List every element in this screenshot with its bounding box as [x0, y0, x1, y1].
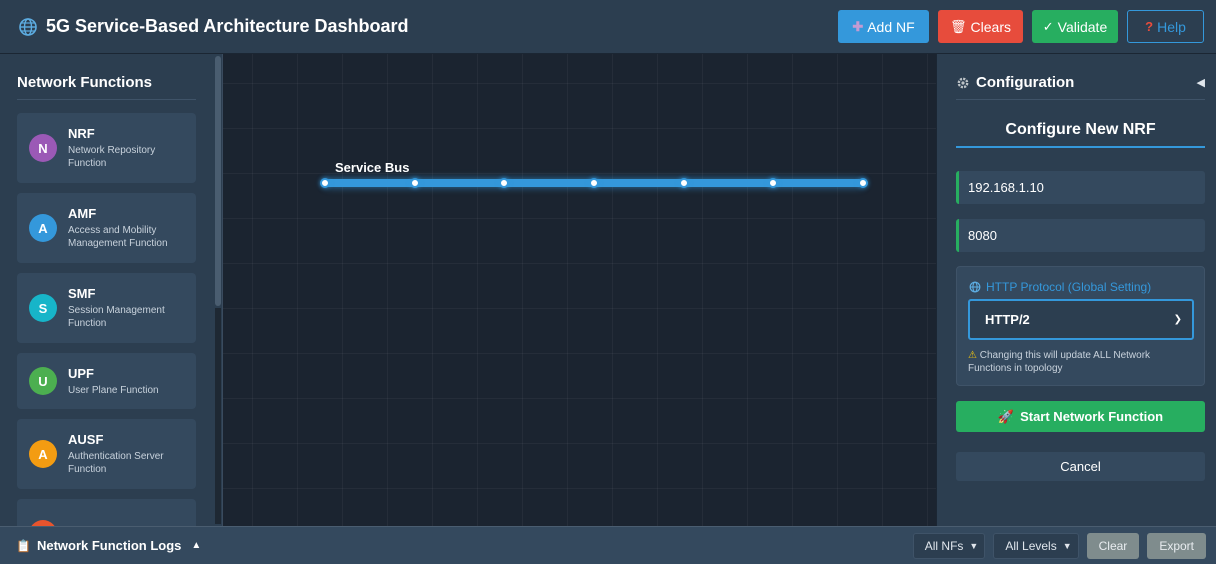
- chevron-down-icon: ▼: [1062, 540, 1072, 551]
- nf-text: SMF Session Management Function: [68, 286, 184, 330]
- start-network-function-button[interactable]: 🚀 Start Network Function: [956, 401, 1205, 432]
- config-panel: Configuration ◀ Configure New NRF HTTP P…: [936, 54, 1216, 526]
- clears-button[interactable]: 🗑 Clears: [938, 10, 1023, 43]
- globe-icon: [969, 281, 981, 293]
- nf-avatar: N: [29, 134, 57, 162]
- protocol-label-text: HTTP Protocol (Global Setting): [986, 280, 1152, 294]
- scrollbar-track: [215, 308, 221, 524]
- nf-text: AUSF Authentication Server Function: [68, 432, 184, 476]
- clears-label: Clears: [970, 18, 1011, 35]
- nf-name: SMF: [68, 286, 96, 301]
- plus-icon: ✚: [852, 18, 864, 34]
- add-nf-label: Add NF: [867, 18, 915, 35]
- nf-text: UPF User Plane Function: [68, 366, 159, 397]
- validate-label: Validate: [1057, 18, 1108, 35]
- config-panel-header: Configuration ◀: [956, 74, 1205, 100]
- logs-controls: All NFs ▼ All Levels ▼ Clear Export: [912, 532, 1206, 559]
- logs-title[interactable]: 📋 Network Function Logs: [16, 538, 181, 553]
- sidebar-scrollbar[interactable]: [214, 54, 222, 526]
- nf-name: AMF: [68, 206, 97, 221]
- scrollbar-thumb[interactable]: [215, 56, 221, 306]
- topology-canvas[interactable]: Service Bus: [222, 54, 936, 526]
- export-logs-button[interactable]: Export: [1147, 532, 1206, 559]
- sidebar-title: Network Functions: [17, 74, 196, 100]
- nf-text: AMF Access and Mobility Management Functi…: [68, 206, 184, 250]
- nf-filter-select[interactable]: All NFs ▼: [912, 532, 986, 559]
- collapse-icon[interactable]: ◀: [1197, 76, 1205, 89]
- top-header: 5G Service-Based Architecture Dashboard …: [0, 0, 1216, 54]
- nf-avatar: U: [29, 367, 57, 395]
- protocol-select-value: HTTP/2: [985, 312, 1030, 327]
- globe-icon: [19, 17, 37, 36]
- help-button[interactable]: ? Help: [1127, 10, 1204, 43]
- nf-card-amf[interactable]: A AMF Access and Mobility Management Funct…: [17, 193, 196, 263]
- level-filter-value: All Levels: [1005, 538, 1057, 553]
- help-label: Help: [1157, 18, 1186, 35]
- clipboard-icon: 📋: [16, 538, 31, 553]
- ip-address-input[interactable]: [956, 171, 1205, 204]
- clear-logs-button[interactable]: Clear: [1086, 532, 1140, 559]
- cancel-button[interactable]: Cancel: [956, 452, 1205, 481]
- validate-button[interactable]: ✓ Validate: [1032, 10, 1118, 43]
- chevron-down-icon: ▼: [969, 540, 979, 551]
- header-actions: ✚ Add NF 🗑 Clears ✓ Validate ? Help: [838, 10, 1204, 43]
- service-bus-label: Service Bus: [335, 160, 410, 175]
- trash-icon: 🗑: [950, 18, 967, 34]
- expand-logs-icon[interactable]: ▲: [191, 540, 201, 551]
- port-input[interactable]: [956, 219, 1205, 252]
- logs-title-text: Network Function Logs: [36, 538, 182, 553]
- protocol-warning: ⚠ Changing this will update ALL Network …: [968, 349, 1194, 375]
- nf-avatar: S: [29, 294, 57, 322]
- page-title: 5G Service-Based Architecture Dashboard: [46, 16, 409, 36]
- sidebar: Network Functions N NRF Network Repository…: [0, 54, 222, 526]
- nf-card-nrf[interactable]: N NRF Network Repository Function: [17, 113, 196, 183]
- warning-icon: ⚠: [968, 350, 977, 361]
- nf-card-smf[interactable]: S SMF Session Management Function: [17, 273, 196, 343]
- nf-name: UPF: [68, 365, 94, 381]
- bus-node[interactable]: [409, 178, 420, 188]
- bus-node[interactable]: [678, 178, 689, 188]
- chevron-down-icon: ❯: [1173, 314, 1182, 325]
- bus-node[interactable]: [589, 178, 599, 188]
- nf-name: AUSF: [68, 432, 104, 447]
- nf-card-udm[interactable]: UUDM: [17, 499, 196, 526]
- nf-description: Authentication Server Function: [68, 451, 164, 475]
- nf-description: Network Repository Function: [68, 145, 156, 169]
- config-form-title: Configure New NRF: [956, 112, 1205, 148]
- add-nf-button[interactable]: ✚ Add NF: [838, 10, 929, 43]
- nf-name: NRF: [68, 126, 95, 141]
- rocket-icon: 🚀: [997, 408, 1015, 424]
- protocol-label: HTTP Protocol (Global Setting): [969, 280, 1151, 294]
- protocol-warning-text: Changing this will update ALL Network Fu…: [968, 350, 1151, 374]
- bus-node[interactable]: [858, 178, 868, 188]
- check-icon: ✓: [1042, 18, 1054, 34]
- nf-text: NRF Network Repository Function: [68, 126, 184, 170]
- question-icon: ?: [1145, 19, 1154, 34]
- config-panel-title: Configuration: [976, 74, 1075, 91]
- nf-avatar: A: [29, 440, 57, 468]
- nf-card-upf[interactable]: U UPF User Plane Function: [17, 353, 196, 409]
- gear-icon: [957, 77, 969, 88]
- title-wrap: 5G Service-Based Architecture Dashboard: [18, 16, 408, 37]
- nf-description: Access and Mobility Management Function: [68, 225, 168, 249]
- logs-footer: 📋 Network Function Logs ▲ All NFs ▼ All …: [0, 526, 1216, 564]
- nf-description: User Plane Function: [68, 384, 159, 396]
- nf-description: Session Management Function: [68, 305, 165, 329]
- protocol-setting-box: HTTP Protocol (Global Setting) HTTP/2 ❯ …: [956, 266, 1205, 386]
- nf-avatar: A: [29, 214, 57, 242]
- nf-card-ausf[interactable]: A AUSF Authentication Server Function: [17, 419, 196, 489]
- nf-filter-value: All NFs: [924, 538, 964, 553]
- protocol-select[interactable]: HTTP/2 ❯: [968, 299, 1194, 340]
- start-label: Start Network Function: [1020, 409, 1164, 424]
- bus-node[interactable]: [320, 178, 330, 188]
- level-filter-select[interactable]: All Levels ▼: [993, 532, 1079, 559]
- nf-list: N NRF Network Repository Function A AMF Acces…: [17, 113, 196, 526]
